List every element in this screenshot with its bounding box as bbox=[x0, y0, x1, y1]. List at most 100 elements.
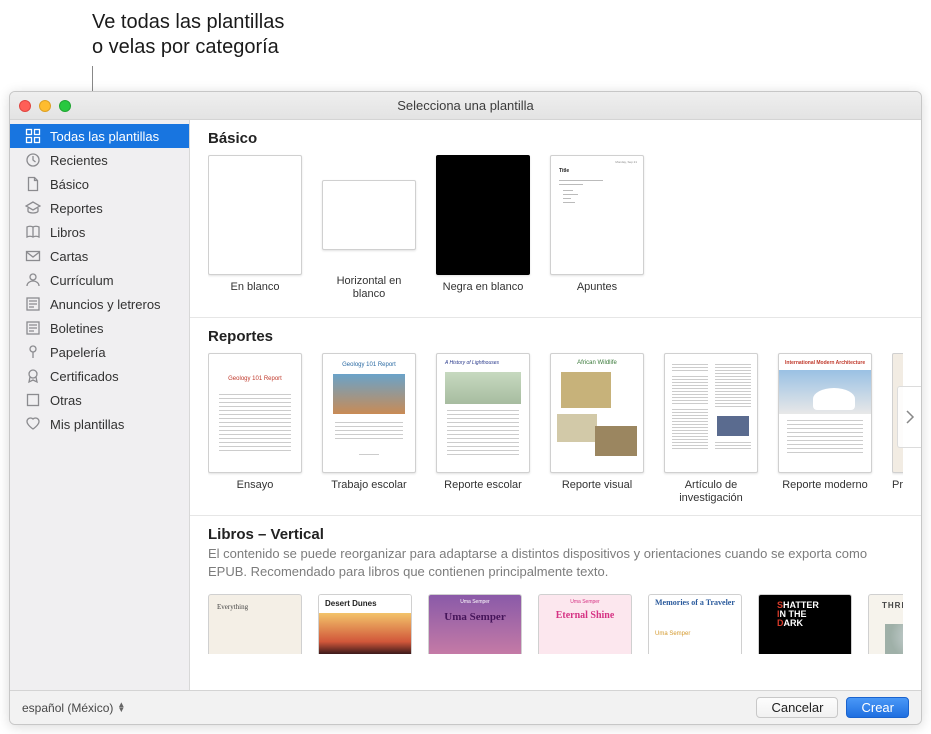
updown-icon: ▲▼ bbox=[117, 703, 125, 713]
sidebar-item-label: Todas las plantillas bbox=[50, 129, 159, 144]
template-card-reporte-escolar[interactable]: A History of Lighthouses Reporte escolar bbox=[436, 353, 530, 505]
section-basico: Básico En blanco Horizontal en blanco Ne… bbox=[190, 120, 921, 318]
sidebar-item-label: Boletines bbox=[50, 321, 103, 336]
template-card-essay[interactable]: Geology 101 Report Ensayo bbox=[208, 353, 302, 505]
titlebar: Selecciona una plantilla bbox=[10, 92, 921, 120]
template-row: Everything Desert Dunes Uma SemperUma Se… bbox=[208, 588, 903, 656]
sidebar-item-papelería[interactable]: Papelería bbox=[10, 340, 189, 364]
thumb-visual: African Wildlife bbox=[550, 353, 644, 473]
template-card-blank-black[interactable]: Negra en blanco bbox=[436, 155, 530, 307]
sidebar-item-label: Papelería bbox=[50, 345, 106, 360]
template-card-article[interactable]: Artículo de investigación bbox=[664, 353, 758, 505]
envelope-icon bbox=[24, 248, 42, 264]
book-card[interactable]: Uma SemperUma Semper bbox=[428, 594, 522, 654]
sidebar-item-label: Otras bbox=[50, 393, 82, 408]
lines-icon bbox=[24, 296, 42, 312]
book-card[interactable]: SHATTERIN THEDARK bbox=[758, 594, 852, 654]
traffic-lights bbox=[10, 100, 71, 112]
ribbon-icon bbox=[24, 368, 42, 384]
box-icon bbox=[24, 392, 42, 408]
section-desc: El contenido se puede reorganizar para a… bbox=[208, 545, 898, 580]
pin-icon bbox=[24, 344, 42, 360]
thumb-school: Geology 101 Report bbox=[322, 353, 416, 473]
sidebar-item-label: Mis plantillas bbox=[50, 417, 124, 432]
thumb-modern: International Modern Architecture bbox=[778, 353, 872, 473]
close-window-button[interactable] bbox=[19, 100, 31, 112]
sidebar-item-básico[interactable]: Básico bbox=[10, 172, 189, 196]
thumb-blank-landscape bbox=[322, 180, 416, 250]
card-label: Trabajo escolar bbox=[322, 479, 416, 505]
language-popup[interactable]: español (México) ▲▼ bbox=[22, 701, 125, 715]
book-card[interactable]: Uma SemperEternal Shine bbox=[538, 594, 632, 654]
template-card-notes[interactable]: Monday, Sep 21 Title Apuntes bbox=[550, 155, 644, 307]
sidebar: Todas las plantillas Recientes Básico Repor… bbox=[10, 120, 190, 690]
heart-icon bbox=[24, 416, 42, 432]
sidebar-item-reportes[interactable]: Reportes bbox=[10, 196, 189, 220]
sidebar-item-label: Cartas bbox=[50, 249, 88, 264]
doc-icon bbox=[24, 176, 42, 192]
sidebar-item-label: Anuncios y letreros bbox=[50, 297, 161, 312]
book-card[interactable]: Desert Dunes bbox=[318, 594, 412, 654]
sidebar-item-certificados[interactable]: Certificados bbox=[10, 364, 189, 388]
card-label: Ensayo bbox=[208, 479, 302, 505]
card-label: Negra en blanco bbox=[436, 281, 530, 307]
thumb-reporte-escolar: A History of Lighthouses bbox=[436, 353, 530, 473]
book-card[interactable]: Everything bbox=[208, 594, 302, 654]
template-grid[interactable]: Básico En blanco Horizontal en blanco Ne… bbox=[190, 120, 921, 690]
sidebar-item-label: Certificados bbox=[50, 369, 119, 384]
gradcap-icon bbox=[24, 200, 42, 216]
template-card-modern[interactable]: International Modern Architecture Report… bbox=[778, 353, 872, 505]
template-row: Geology 101 Report Ensayo Geology 101 Re… bbox=[208, 347, 903, 507]
sidebar-item-anuncios-y-letreros[interactable]: Anuncios y letreros bbox=[10, 292, 189, 316]
sidebar-item-todas-las-plantillas[interactable]: Todas las plantillas bbox=[10, 124, 189, 148]
card-label: Reporte visual bbox=[550, 479, 644, 505]
thumb-blank bbox=[208, 155, 302, 275]
language-label: español (México) bbox=[22, 701, 113, 715]
thumb-blank-black bbox=[436, 155, 530, 275]
sidebar-item-otras[interactable]: Otras bbox=[10, 388, 189, 412]
sidebar-item-label: Recientes bbox=[50, 153, 108, 168]
sidebar-item-label: Reportes bbox=[50, 201, 103, 216]
book-card[interactable]: THREE TALES bbox=[868, 594, 903, 654]
sidebar-item-cartas[interactable]: Cartas bbox=[10, 244, 189, 268]
sidebar-item-label: Libros bbox=[50, 225, 85, 240]
template-row: En blanco Horizontal en blanco Negra en … bbox=[208, 149, 903, 309]
window-title: Selecciona una plantilla bbox=[10, 98, 921, 113]
sidebar-item-libros[interactable]: Libros bbox=[10, 220, 189, 244]
scroll-right-button[interactable] bbox=[897, 386, 921, 448]
template-card-school[interactable]: Geology 101 Report Trabajo escolar bbox=[322, 353, 416, 505]
sidebar-item-mis-plantillas[interactable]: Mis plantillas bbox=[10, 412, 189, 436]
sidebar-item-boletines[interactable]: Boletines bbox=[10, 316, 189, 340]
template-card-visual[interactable]: African Wildlife Reporte visual bbox=[550, 353, 644, 505]
card-label: Reporte moderno bbox=[778, 479, 872, 505]
zoom-window-button[interactable] bbox=[59, 100, 71, 112]
card-label: Propuesta de proyecto bbox=[892, 479, 903, 505]
sidebar-item-recientes[interactable]: Recientes bbox=[10, 148, 189, 172]
create-button[interactable]: Crear bbox=[846, 697, 909, 718]
section-title: Libros – Vertical bbox=[208, 526, 903, 543]
card-label: Reporte escolar bbox=[436, 479, 530, 505]
sidebar-item-label: Básico bbox=[50, 177, 89, 192]
sidebar-item-currículum[interactable]: Currículum bbox=[10, 268, 189, 292]
template-card-blank[interactable]: En blanco bbox=[208, 155, 302, 307]
footer: español (México) ▲▼ Cancelar Crear bbox=[10, 690, 921, 724]
thumb-notes: Monday, Sep 21 Title bbox=[550, 155, 644, 275]
section-reportes: Reportes Geology 101 Report Ensayo bbox=[190, 318, 921, 516]
card-label: En blanco bbox=[208, 281, 302, 307]
content-area: Todas las plantillas Recientes Básico Repor… bbox=[10, 120, 921, 690]
lines-icon bbox=[24, 320, 42, 336]
minimize-window-button[interactable] bbox=[39, 100, 51, 112]
cancel-button[interactable]: Cancelar bbox=[756, 697, 838, 718]
card-label: Horizontal en blanco bbox=[322, 275, 416, 301]
person-icon bbox=[24, 272, 42, 288]
section-libros: Libros – Vertical El contenido se puede … bbox=[190, 516, 921, 656]
sidebar-item-label: Currículum bbox=[50, 273, 114, 288]
card-label: Artículo de investigación bbox=[664, 479, 758, 505]
book-card[interactable]: Memories of a TravelerUma Semper bbox=[648, 594, 742, 654]
template-chooser-window: Selecciona una plantilla Todas las plant… bbox=[9, 91, 922, 725]
template-card-blank-landscape[interactable]: Horizontal en blanco bbox=[322, 155, 416, 307]
section-title: Básico bbox=[208, 130, 903, 147]
grid-icon bbox=[24, 128, 42, 144]
thumb-essay: Geology 101 Report bbox=[208, 353, 302, 473]
thumb-article bbox=[664, 353, 758, 473]
